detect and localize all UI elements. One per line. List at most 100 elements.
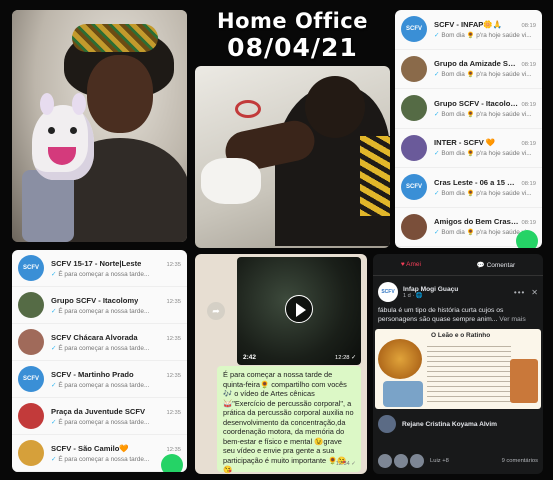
video-thumbnail[interactable]: 2:42 12:28 ✓	[237, 257, 361, 365]
avatar[interactable]	[18, 329, 44, 355]
chat-preview: É para começar a nossa tarde...	[58, 344, 150, 352]
title-line-1: Home Office	[217, 9, 368, 33]
message-timestamp: 12:34 ✓	[335, 460, 356, 467]
chat-time: 08:19	[521, 220, 536, 227]
comment-button[interactable]: 💬 Comentar	[477, 261, 515, 269]
chat-preview: Bom dia 🌻 p'ra hoje saúde vi...	[441, 31, 532, 39]
chat-time: 12:35	[166, 372, 181, 379]
read-check-icon: ✓	[51, 307, 57, 315]
title-date: 08/04/21	[227, 33, 358, 62]
chat-name: INTER - SCFV 🧡	[434, 138, 496, 148]
avatar	[394, 454, 408, 468]
avatar[interactable]	[401, 213, 427, 240]
chat-row[interactable]: SCFV SCFV - Martinho Prado 12:35 ✓ É para co…	[12, 361, 187, 398]
chat-row[interactable]: SCFV SCFV - INFAP🌼🙏 08:19 ✓ Bom dia 🌻 p'ra h…	[395, 10, 542, 50]
avatar[interactable]	[18, 292, 44, 318]
avatar[interactable]	[401, 95, 427, 122]
chat-row[interactable]: SCFV SCFV 15-17 - Norte|Leste 12:35 ✓ É para…	[12, 250, 187, 287]
chat-name: Grupo SCFV - Itacolomy	[434, 98, 519, 108]
page-name[interactable]: Infap Mogi Guaçu	[403, 286, 458, 293]
read-check-icon: ✓	[51, 344, 57, 352]
avatar[interactable]: SCFV	[401, 16, 427, 43]
chat-name: Grupo SCFV - Itacolomy	[51, 295, 139, 305]
avatar[interactable]: SCFV	[401, 174, 427, 201]
whatsapp-chat-list-morning: SCFV SCFV - INFAP🌼🙏 08:19 ✓ Bom dia 🌻 p'ra h…	[395, 10, 542, 248]
collage: Home Office 08/04/21 SCFV SCFV - INFAP🌼🙏 0…	[0, 0, 553, 480]
avatar[interactable]	[378, 415, 396, 433]
avatar[interactable]	[18, 403, 44, 429]
reactions-summary[interactable]: Luiz +8	[430, 458, 449, 464]
avatar[interactable]: SCFV	[18, 255, 44, 281]
lion-illustration	[378, 339, 422, 379]
chat-time: 08:19	[521, 101, 536, 108]
chat-row[interactable]: Grupo SCFV - Itacolomy 08:19 ✓ Bom dia 🌻 p'…	[395, 89, 542, 129]
post-body: fábula é um tipo de história curta cujos…	[378, 307, 526, 323]
reactions-bar: Luiz +8 9 comentários	[378, 454, 538, 468]
chat-preview: Bom dia 🌻 p'ra hoje saúde vi...	[441, 189, 532, 197]
read-check-icon: ✓	[434, 189, 440, 197]
chat-preview: Bom dia 🌻 p'ra hoje saúde vi...	[441, 71, 532, 79]
chat-time: 12:35	[166, 446, 181, 453]
avatar[interactable]	[18, 440, 44, 466]
chat-row[interactable]: Grupo da Amizade SCFV 08:19 ✓ Bom dia 🌻 p'r…	[395, 50, 542, 89]
chat-row[interactable]: SCFV Cras Leste - 06 a 15 M/T 08:19 ✓ Bom di…	[395, 168, 542, 208]
chat-row[interactable]: Grupo SCFV - Itacolomy 12:35 ✓ É para começ…	[12, 287, 187, 324]
avatar[interactable]: SCFV	[18, 366, 44, 392]
new-chat-button[interactable]	[516, 230, 538, 248]
read-check-icon: ✓	[51, 381, 57, 389]
chat-time: 08:19	[521, 62, 536, 69]
photo-woman-with-puppet	[12, 10, 187, 242]
sock-puppet	[32, 93, 94, 180]
chat-name: SCFV - INFAP🌼🙏	[434, 19, 503, 29]
chat-row[interactable]: SCFV Chácara Alvorada 12:35 ✓ É para começa…	[12, 324, 187, 361]
chat-time: 12:35	[166, 298, 181, 305]
comments-count[interactable]: 9 comentários	[502, 458, 538, 464]
facebook-post: ♥ Amei 💬 Comentar SCFV Infap Mogi Guaçu …	[373, 254, 543, 474]
video-timestamp: 12:28 ✓	[335, 355, 356, 361]
chat-name: SCFV - São Camilo🧡	[51, 443, 129, 453]
message-text: É para começar a nossa tarde de quinta-f…	[223, 370, 354, 474]
chat-preview: É para começar a nossa tarde...	[58, 381, 150, 389]
read-check-icon: ✓	[51, 455, 57, 463]
story-image[interactable]: O Leão e o Ratinho	[375, 329, 541, 409]
post-meta: 1 d · 🌐	[403, 292, 423, 299]
read-check-icon: ✓	[434, 71, 440, 79]
video-duration: 2:42	[243, 354, 257, 361]
chat-time: 12:35	[166, 261, 181, 268]
chat-name: Cras Leste - 06 a 15 M/T	[434, 177, 519, 187]
chat-list: SCFV SCFV 15-17 - Norte|Leste 12:35 ✓ É para…	[12, 250, 187, 472]
more-options-icon[interactable]: •••	[514, 288, 525, 297]
avatar	[410, 454, 424, 468]
new-chat-button[interactable]	[161, 454, 183, 472]
chat-row[interactable]: INTER - SCFV 🧡 08:19 ✓ Bom dia 🌻 p'ra hoje …	[395, 129, 542, 168]
play-icon[interactable]	[285, 295, 313, 323]
chat-time: 08:19	[521, 22, 536, 29]
collage-title: Home Office 08/04/21	[195, 8, 390, 64]
chat-name: Grupo da Amizade SCFV	[434, 59, 519, 69]
avatar[interactable]	[401, 134, 427, 161]
message-bubble: É para começar a nossa tarde de quinta-f…	[217, 366, 361, 474]
read-check-icon: ✓	[51, 418, 57, 426]
read-check-icon: ✓	[51, 270, 57, 278]
close-icon[interactable]: ✕	[531, 288, 538, 297]
chat-preview: É para começar a nossa tarde...	[58, 307, 150, 315]
chat-name: Praça da Juventude SCFV	[51, 406, 146, 416]
chat-preview: É para começar a nossa tarde...	[58, 270, 150, 278]
comment-row: Rejane Cristina Koyama Alvim	[373, 409, 543, 439]
chat-name: Amigos do Bem Cras leste	[434, 217, 518, 227]
avatar[interactable]	[401, 55, 427, 82]
chat-name: SCFV - Martinho Prado	[51, 369, 134, 379]
page-avatar[interactable]: SCFV	[378, 282, 398, 302]
forward-icon[interactable]: ➦	[207, 302, 225, 320]
chat-preview: Bom dia 🌻 p'ra hoje saúde vi...	[441, 150, 532, 158]
love-reaction-button[interactable]: ♥ Amei	[401, 261, 421, 268]
chat-row[interactable]: Praça da Juventude SCFV 12:35 ✓ É para come…	[12, 398, 187, 435]
whatsapp-chat-list-afternoon: SCFV SCFV 15-17 - Norte|Leste 12:35 ✓ É para…	[12, 250, 187, 472]
commenter-name[interactable]: Rejane Cristina Koyama Alvim	[402, 421, 497, 428]
see-more-link[interactable]: Ver mais	[499, 316, 525, 323]
read-check-icon: ✓	[434, 31, 440, 39]
chat-time: 08:19	[521, 180, 536, 187]
avatar	[378, 454, 392, 468]
chat-preview: É para começar a nossa tarde...	[58, 418, 150, 426]
read-check-icon: ✓	[434, 150, 440, 158]
